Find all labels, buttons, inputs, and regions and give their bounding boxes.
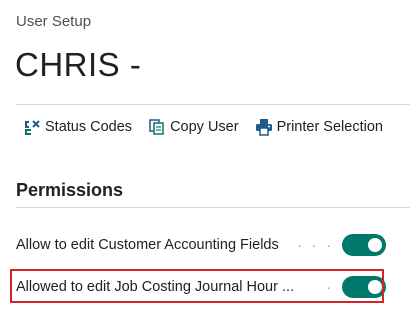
field-label-customer-accounting: Allow to edit Customer Accounting Fields: [16, 237, 279, 253]
field-row-customer-accounting: Allow to edit Customer Accounting Fields…: [16, 232, 386, 258]
permissions-section-title[interactable]: Permissions: [16, 180, 123, 201]
copy-user-button[interactable]: Copy User: [147, 117, 239, 137]
field-dots: · · ·: [297, 237, 334, 253]
printer-selection-button[interactable]: Printer Selection: [254, 117, 383, 137]
status-codes-label: Status Codes: [45, 119, 133, 135]
page-title: CHRIS -: [15, 46, 142, 83]
status-codes-icon: [22, 117, 42, 137]
printer-icon: [254, 117, 274, 137]
copy-user-label: Copy User: [170, 119, 239, 135]
section-divider: [16, 207, 410, 208]
action-bar: Status Codes Copy User Printer Selection: [16, 104, 410, 149]
highlight-box: [10, 269, 384, 303]
printer-selection-label: Printer Selection: [276, 119, 383, 135]
copy-icon: [147, 117, 167, 137]
page-type-label: User Setup: [16, 13, 92, 30]
status-codes-button[interactable]: Status Codes: [22, 117, 132, 137]
toggle-knob: [368, 238, 382, 252]
customer-accounting-toggle[interactable]: [342, 234, 386, 256]
